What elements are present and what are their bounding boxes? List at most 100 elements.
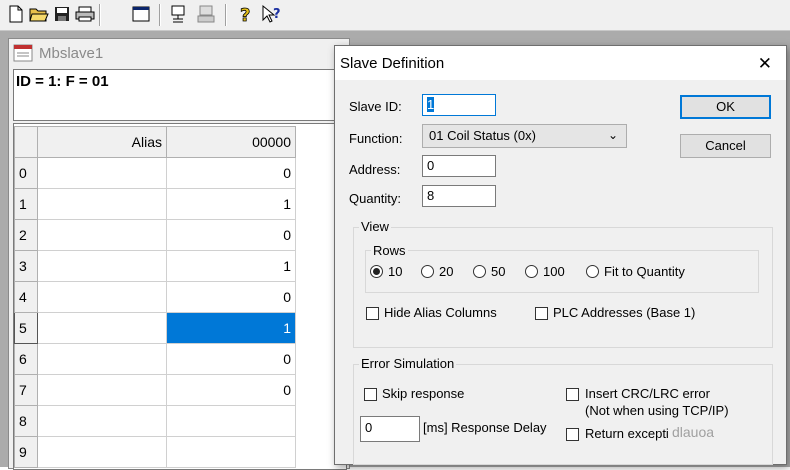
rows-radio-4[interactable]: [586, 265, 599, 278]
rows-radio-label: 10: [388, 264, 403, 279]
value-cell[interactable]: 0: [166, 343, 296, 375]
rows-radio-1[interactable]: [421, 265, 434, 278]
quantity-input[interactable]: 8: [422, 185, 496, 207]
rows-radio-label: Fit to Quantity: [604, 264, 685, 279]
function-select[interactable]: 01 Coil Status (0x) ⌄: [422, 124, 627, 148]
rows-radio-0[interactable]: [370, 265, 383, 278]
function-value: 01 Coil Status (0x): [429, 128, 536, 143]
slave-id-label: Slave ID:: [349, 99, 402, 114]
crc-error-checkbox[interactable]: [566, 388, 579, 401]
alias-cell[interactable]: [37, 250, 167, 282]
row-number[interactable]: 6: [14, 343, 38, 375]
address-input[interactable]: 0: [422, 155, 496, 177]
value-cell[interactable]: 0: [166, 374, 296, 406]
rows-radio-label: 100: [543, 264, 565, 279]
dialog-title-bar[interactable]: Slave Definition ✕: [335, 46, 786, 80]
slave-id-value: 1: [427, 97, 435, 112]
svg-text:?: ?: [240, 5, 250, 24]
watermark-text: dlauoa: [672, 424, 715, 440]
table-row: 31: [14, 250, 296, 282]
status-display: ID = 1: F = 01: [13, 69, 345, 121]
value-cell[interactable]: 0: [166, 157, 296, 189]
alias-cell[interactable]: [37, 188, 167, 220]
view-group-label: View: [359, 219, 391, 234]
row-number[interactable]: 1: [14, 188, 38, 220]
chevron-down-icon: ⌄: [607, 128, 618, 142]
hide-alias-checkbox[interactable]: [366, 307, 379, 320]
alias-cell[interactable]: [37, 374, 167, 406]
value-cell[interactable]: [166, 405, 296, 437]
table-row: 60: [14, 343, 296, 375]
error-simulation-label: Error Simulation: [359, 356, 457, 371]
return-exception-checkbox[interactable]: [566, 428, 579, 441]
alias-cell[interactable]: [37, 281, 167, 313]
ok-button[interactable]: OK: [680, 95, 771, 119]
toolbar-separator: [99, 4, 101, 26]
value-cell[interactable]: 1: [166, 312, 296, 344]
register-table: Alias 00000 001120314051607089: [14, 126, 296, 468]
table-row: 40: [14, 281, 296, 313]
row-number[interactable]: 8: [14, 405, 38, 437]
svg-text:?: ?: [273, 7, 281, 22]
crc-error-note: (Not when using TCP/IP): [585, 403, 729, 418]
value-cell[interactable]: 1: [166, 188, 296, 220]
window-icon[interactable]: [130, 3, 152, 25]
table-row: 51: [14, 312, 296, 344]
new-icon[interactable]: [5, 3, 27, 25]
rows-radio-3[interactable]: [525, 265, 538, 278]
help-icon[interactable]: ?: [234, 3, 256, 25]
plc-addresses-label: PLC Addresses (Base 1): [553, 305, 696, 320]
main-toolbar: ? ?: [0, 0, 790, 31]
address-label: Address:: [349, 162, 401, 177]
toolbar-separator: [225, 4, 227, 26]
table-row: 70: [14, 374, 296, 406]
data-grid[interactable]: Alias 00000 001120314051607089: [13, 123, 347, 470]
row-number[interactable]: 4: [14, 281, 38, 313]
close-icon[interactable]: ✕: [758, 54, 772, 74]
alias-cell[interactable]: [37, 343, 167, 375]
dialog-title: Slave Definition: [340, 55, 445, 72]
row-number[interactable]: 9: [14, 436, 38, 468]
row-number[interactable]: 2: [14, 219, 38, 251]
disconnect-icon[interactable]: [195, 3, 217, 25]
column-header-alias: Alias: [37, 126, 167, 158]
rows-radio-label: 50: [491, 264, 506, 279]
document-icon: [13, 44, 33, 66]
alias-cell[interactable]: [37, 219, 167, 251]
skip-response-checkbox[interactable]: [364, 388, 377, 401]
alias-cell[interactable]: [37, 436, 167, 468]
child-window-title: Mbslave1: [39, 45, 104, 62]
row-number[interactable]: 0: [14, 157, 38, 189]
response-delay-input[interactable]: 0: [360, 416, 420, 442]
grid-corner: [14, 126, 38, 158]
skip-response-label: Skip response: [382, 386, 465, 401]
row-number[interactable]: 7: [14, 374, 38, 406]
cancel-button[interactable]: Cancel: [680, 134, 771, 158]
response-delay-label: [ms] Response Delay: [423, 420, 547, 435]
status-text: ID = 1: F = 01: [16, 73, 109, 90]
quantity-label: Quantity:: [349, 191, 402, 206]
rows-radio-2[interactable]: [473, 265, 486, 278]
value-cell[interactable]: 0: [166, 281, 296, 313]
open-icon[interactable]: [28, 3, 50, 25]
plc-addresses-checkbox[interactable]: [535, 307, 548, 320]
value-cell[interactable]: [166, 436, 296, 468]
table-row: 8: [14, 405, 296, 437]
table-row: 9: [14, 436, 296, 468]
toolbar-separator: [159, 4, 161, 26]
row-number[interactable]: 5: [14, 312, 38, 344]
context-help-icon[interactable]: ?: [261, 3, 283, 25]
alias-cell[interactable]: [37, 405, 167, 437]
alias-cell[interactable]: [37, 157, 167, 189]
rows-radio-label: 20: [439, 264, 454, 279]
alias-cell[interactable]: [37, 312, 167, 344]
child-title-bar[interactable]: Mbslave1: [9, 39, 349, 67]
connect-icon[interactable]: [168, 3, 190, 25]
crc-error-label: Insert CRC/LRC error: [585, 386, 710, 401]
print-icon[interactable]: [74, 3, 96, 25]
value-cell[interactable]: 0: [166, 219, 296, 251]
row-number[interactable]: 3: [14, 250, 38, 282]
save-icon[interactable]: [51, 3, 73, 25]
value-cell[interactable]: 1: [166, 250, 296, 282]
slave-id-input[interactable]: 1: [422, 94, 496, 116]
